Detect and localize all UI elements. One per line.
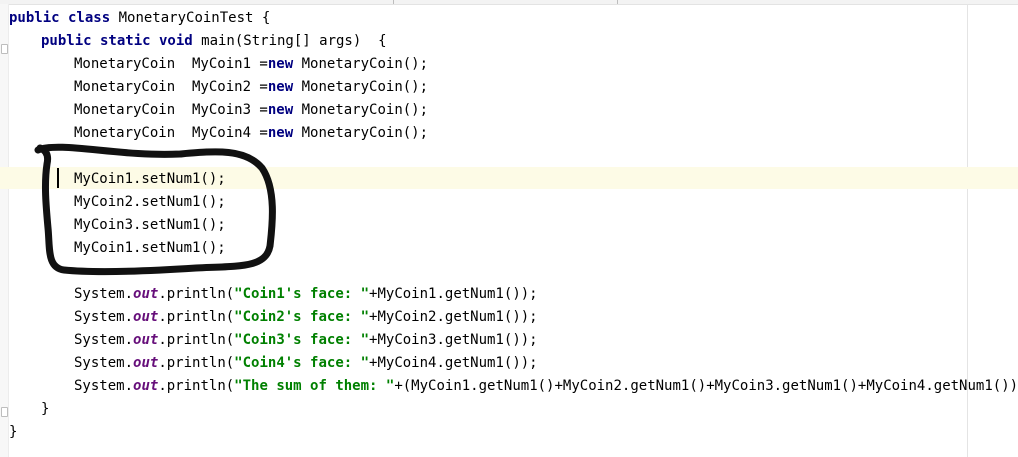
fold-marker-icon[interactable] (1, 44, 8, 54)
code-token: MyCoin3.setNum1(); (74, 217, 226, 233)
code-token: .println( (158, 332, 235, 348)
code-token: MonetaryCoin(); (293, 102, 429, 118)
code-token: MonetaryCoinTest { (110, 10, 271, 26)
code-line[interactable]: System.out.println("Coin1's face: "+MyCo… (74, 283, 538, 305)
code-token: System. (74, 309, 134, 325)
code-token: MonetaryCoin(); (293, 79, 429, 95)
code-line[interactable]: MyCoin3.setNum1(); (74, 214, 226, 236)
code-line[interactable]: System.out.println("Coin2's face: "+MyCo… (74, 306, 538, 328)
code-token: .println( (158, 309, 235, 325)
tab-divider (393, 0, 394, 4)
code-line[interactable]: System.out.println("Coin3's face: "+MyCo… (74, 329, 538, 351)
code-token: +(MyCoin1.getNum1()+MyCoin2.getNum1()+My… (394, 378, 1018, 394)
code-token: out (133, 355, 159, 371)
code-token: MonetaryCoin MyCoin3 = (74, 102, 268, 118)
code-token: out (133, 332, 159, 348)
code-token: +MyCoin1.getNum1()); (369, 286, 538, 302)
code-token: new (267, 79, 294, 95)
code-token: new (267, 56, 294, 72)
code-token: MyCoin1.setNum1(); (74, 240, 226, 256)
code-token: MonetaryCoin(); (293, 125, 429, 141)
code-token: +MyCoin3.getNum1()); (369, 332, 538, 348)
code-line[interactable]: System.out.println("Coin4's face: "+MyCo… (74, 352, 538, 374)
code-token: .println( (158, 378, 235, 394)
editor-tab-strip (0, 0, 1018, 5)
tab-divider (617, 0, 618, 4)
code-token: "Coin3's face: " (234, 332, 370, 348)
code-token: "Coin4's face: " (234, 355, 370, 371)
code-token: System. (74, 286, 134, 302)
code-token: out (133, 286, 159, 302)
code-token: System. (74, 378, 134, 394)
code-token: System. (74, 332, 134, 348)
editor-gutter[interactable] (0, 4, 9, 457)
code-token: MonetaryCoin MyCoin2 = (74, 79, 268, 95)
code-token: "The sum of them: " (234, 378, 395, 394)
code-token: .println( (158, 355, 235, 371)
code-token: +MyCoin4.getNum1()); (369, 355, 538, 371)
code-token: MonetaryCoin(); (293, 56, 429, 72)
code-line[interactable]: MonetaryCoin MyCoin2 =new MonetaryCoin()… (74, 76, 428, 98)
code-token: System. (74, 355, 134, 371)
code-line[interactable]: public class MonetaryCoinTest { (9, 7, 270, 29)
code-token: out (133, 378, 159, 394)
code-token: } (9, 424, 18, 440)
code-token: MonetaryCoin MyCoin1 = (74, 56, 268, 72)
code-line[interactable]: MyCoin1.setNum1(); (74, 168, 226, 190)
text-caret (57, 168, 59, 188)
code-line[interactable]: MyCoin2.setNum1(); (74, 191, 226, 213)
code-line[interactable]: System.out.println("The sum of them: "+(… (74, 375, 1018, 397)
code-token: new (267, 102, 294, 118)
code-token: MonetaryCoin MyCoin4 = (74, 125, 268, 141)
code-line[interactable]: MonetaryCoin MyCoin3 =new MonetaryCoin()… (74, 99, 428, 121)
code-token: MyCoin1.setNum1(); (74, 171, 226, 187)
code-line[interactable]: } (41, 398, 49, 420)
code-token: +MyCoin2.getNum1()); (369, 309, 538, 325)
code-token: .println( (158, 286, 235, 302)
code-token: "Coin2's face: " (234, 309, 370, 325)
code-token: main(String[] args) { (192, 33, 387, 49)
code-token: new (267, 125, 294, 141)
code-line[interactable]: } (9, 421, 17, 443)
code-line[interactable]: public static void main(String[] args) { (41, 30, 387, 52)
code-token: out (133, 309, 159, 325)
code-line[interactable]: MonetaryCoin MyCoin4 =new MonetaryCoin()… (74, 122, 428, 144)
code-token: "Coin1's face: " (234, 286, 370, 302)
code-token: } (41, 401, 50, 417)
code-editor[interactable]: public class MonetaryCoinTest {public st… (0, 0, 1018, 457)
code-line[interactable]: MyCoin1.setNum1(); (74, 237, 226, 259)
code-token: public class (9, 10, 111, 26)
code-token: public static void (41, 33, 193, 49)
code-line[interactable]: MonetaryCoin MyCoin1 =new MonetaryCoin()… (74, 53, 428, 75)
code-token: MyCoin2.setNum1(); (74, 194, 226, 210)
fold-marker-icon[interactable] (1, 407, 8, 417)
